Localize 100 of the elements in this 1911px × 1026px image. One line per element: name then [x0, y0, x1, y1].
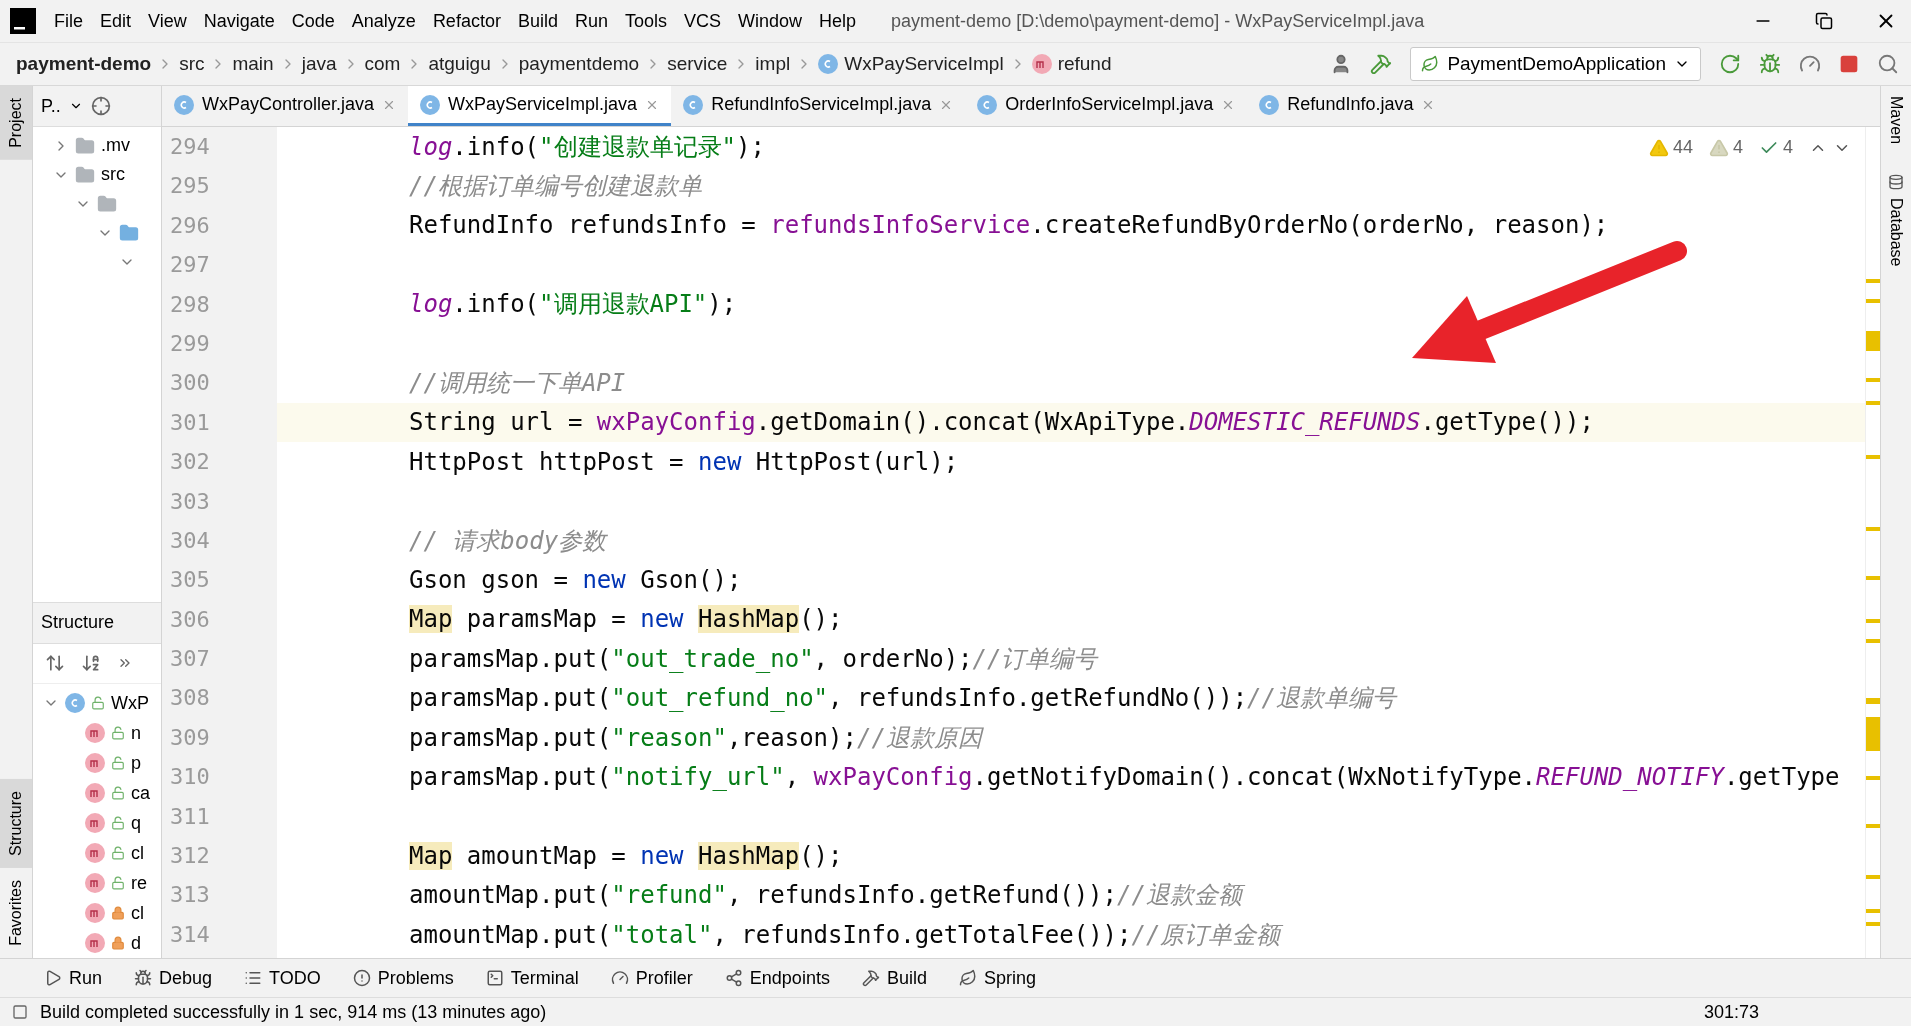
code-line: log.info("创建退款单记录"); — [409, 131, 765, 163]
database-icon — [1888, 174, 1904, 191]
code-line: //根据订单编号创建退款单 — [409, 171, 702, 203]
line-number: 298 — [169, 290, 211, 319]
menu-item[interactable]: Edit — [100, 10, 132, 32]
breadcrumb[interactable]: com — [364, 53, 401, 75]
warning-count: 44 — [1672, 137, 1693, 158]
sort-alphabetically-icon[interactable] — [81, 653, 101, 674]
tool-window-button[interactable]: TODO — [244, 967, 321, 989]
folder-icon — [119, 222, 139, 243]
editor-tab[interactable]: RefundInfoServiceImpl.java — [671, 86, 966, 126]
search-icon[interactable] — [1877, 53, 1899, 75]
menu-item[interactable]: View — [148, 10, 187, 32]
code-line: //调用统一下单API — [409, 368, 626, 400]
line-number: 312 — [169, 842, 211, 871]
refresh-icon[interactable] — [1719, 53, 1741, 75]
menu-item[interactable]: Analyze — [351, 10, 416, 32]
tool-window-button[interactable]: Build — [861, 967, 927, 989]
code-line: paramsMap.put("out_trade_no", orderNo);//订单编号 — [409, 643, 1098, 675]
tree-item[interactable]: .mv — [101, 135, 130, 156]
class-icon — [65, 693, 85, 713]
breadcrumb[interactable]: refund — [1031, 53, 1112, 75]
caret-position[interactable]: 301:73 — [1703, 1001, 1759, 1023]
editor-tab[interactable]: OrderInfoServiceImpl.java — [965, 86, 1248, 126]
line-number: 304 — [169, 526, 211, 555]
unlock-icon — [91, 696, 105, 710]
locate-icon[interactable] — [90, 96, 111, 116]
editor-tab[interactable]: WxPayController.java — [162, 86, 409, 126]
tree-item[interactable]: p — [131, 752, 141, 774]
tree-item[interactable]: cl — [131, 902, 144, 924]
line-number: 311 — [169, 802, 211, 831]
run-configuration-dropdown[interactable]: PaymentDemoApplication — [1410, 47, 1701, 81]
breadcrumb[interactable]: java — [301, 53, 337, 75]
leaf-icon — [1421, 55, 1440, 73]
tree-item[interactable]: cl — [131, 842, 144, 864]
line-number: 300 — [169, 369, 211, 398]
tool-window-tab[interactable]: Maven — [1887, 96, 1905, 145]
tree-item[interactable]: d — [131, 932, 141, 954]
class-icon — [977, 94, 998, 115]
line-number: 307 — [169, 645, 211, 674]
tool-window-button[interactable]: Profiler — [610, 967, 693, 989]
line-number: 310 — [169, 763, 211, 792]
breadcrumb[interactable]: impl — [755, 53, 791, 75]
menu-item[interactable]: Build — [517, 10, 558, 32]
editor-tab[interactable]: RefundInfo.java — [1247, 86, 1448, 126]
menu-item[interactable]: Run — [574, 10, 608, 32]
tool-window-button[interactable]: Debug — [134, 967, 213, 989]
window-title: payment-demo [D:\demo\payment-demo] - WxPayServiceImpl.java — [891, 10, 1425, 32]
tool-window-tab[interactable]: Database — [1887, 174, 1905, 267]
breadcrumb[interactable]: payment-demo — [16, 53, 152, 75]
menu-item[interactable]: Window — [738, 10, 803, 32]
status-message: Build completed successfully in 1 sec, 914 ms (13 minutes ago) — [40, 1001, 547, 1023]
restore-icon[interactable] — [1815, 12, 1833, 30]
panel-title: Structure — [41, 612, 115, 634]
line-number: 308 — [169, 684, 211, 713]
tree-item[interactable]: WxP — [111, 692, 149, 714]
tool-window-button[interactable]: Endpoints — [724, 967, 830, 989]
breadcrumb[interactable]: atguigu — [428, 53, 491, 75]
square-icon[interactable] — [12, 1004, 28, 1020]
tree-item[interactable]: re — [131, 872, 147, 894]
tool-window-button[interactable]: Problems — [352, 967, 454, 989]
code-line: paramsMap.put("out_refund_no", refundsInfo.getRefundNo());//退款单编号 — [409, 683, 1396, 715]
menu-item[interactable]: Code — [291, 10, 335, 32]
line-number: 296 — [169, 211, 211, 240]
tool-window-button[interactable]: Run — [44, 967, 103, 989]
stop-icon[interactable] — [1839, 54, 1859, 74]
menu-item[interactable]: Help — [819, 10, 857, 32]
code-line: RefundInfo refundsInfo = refundsInfoService.createRefundByOrderNo(orderNo, reason); — [409, 210, 1609, 242]
tool-window-tab[interactable]: Project — [0, 86, 32, 160]
tree-item[interactable]: q — [131, 812, 141, 834]
panel-title[interactable]: P.. — [41, 95, 61, 117]
menu-item[interactable]: VCS — [684, 10, 721, 32]
editor-tab[interactable]: WxPayServiceImpl.java — [408, 86, 672, 126]
line-number: 294 — [169, 133, 211, 161]
alert-icon — [352, 969, 371, 987]
tool-window-tab[interactable]: Structure — [0, 779, 32, 869]
breadcrumb[interactable]: src — [179, 53, 205, 75]
tree-item[interactable]: ca — [131, 782, 150, 804]
typo-count: 4 — [1783, 137, 1793, 158]
tool-window-button[interactable]: Spring — [958, 967, 1036, 989]
code-line: HttpPost httpPost = new HttpPost(url); — [409, 446, 959, 478]
bug-icon[interactable] — [1759, 53, 1781, 75]
menu-item[interactable]: Navigate — [203, 10, 275, 32]
menu-item[interactable]: Tools — [624, 10, 667, 32]
tree-item[interactable]: src — [101, 164, 125, 185]
hammer-icon[interactable] — [1370, 53, 1393, 75]
line-number: 295 — [169, 172, 211, 201]
breadcrumb[interactable]: paymentdemo — [518, 53, 640, 75]
tool-window-tab[interactable]: Favorites — [0, 868, 32, 958]
menu-item[interactable]: File — [54, 10, 83, 32]
tree-item[interactable]: n — [131, 722, 141, 744]
menu-item[interactable]: Refactor — [432, 10, 501, 32]
tool-window-button[interactable]: Terminal — [485, 967, 579, 989]
line-number: 303 — [169, 487, 211, 516]
breadcrumb[interactable]: main — [232, 53, 274, 75]
line-number: 314 — [169, 920, 211, 949]
method-icon — [85, 723, 105, 743]
breadcrumb[interactable]: WxPayServiceImpl — [818, 53, 1004, 75]
method-icon — [85, 903, 105, 923]
breadcrumb[interactable]: service — [667, 53, 728, 75]
